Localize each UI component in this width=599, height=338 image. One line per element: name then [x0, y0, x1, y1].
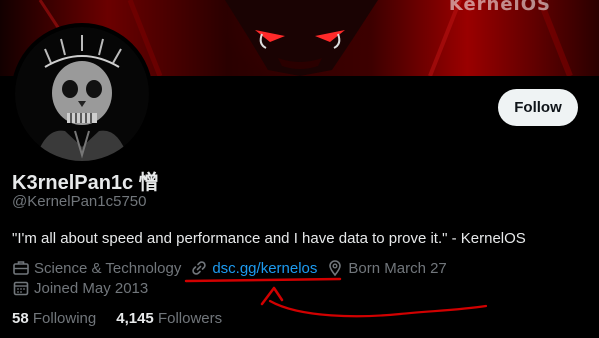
avatar[interactable]	[11, 23, 153, 165]
followers-stat[interactable]: 4,145 Followers	[116, 310, 222, 327]
briefcase-icon	[13, 261, 29, 275]
meta-born: Born March 27	[326, 259, 447, 277]
profile-website-link[interactable]: dsc.gg/kernelos	[212, 260, 317, 277]
followers-label: Followers	[157, 310, 223, 327]
banner-watermark: KernelOS	[448, 0, 551, 15]
follow-button[interactable]: Follow	[498, 89, 578, 126]
link-icon	[192, 261, 207, 275]
location-pin-icon	[329, 260, 342, 277]
avatar-skull-image	[15, 27, 149, 161]
followers-count: 4,145	[116, 310, 154, 327]
profile-meta-row-2: Joined May 2013	[12, 279, 157, 297]
display-name: K3rnelPan1c 憎	[12, 172, 159, 194]
follow-stats: 58 Following 4,145 Followers	[12, 310, 242, 327]
following-count: 58	[12, 310, 29, 327]
following-label: Following	[32, 310, 97, 327]
meta-link[interactable]: dsc.gg/kernelos	[190, 259, 317, 277]
profile-meta-row: Science & Technology dsc.gg/kernelos Bor…	[12, 259, 456, 277]
profile-bio: "I'm all about speed and performance and…	[12, 230, 526, 247]
meta-category-label: Science & Technology	[34, 259, 182, 277]
meta-born-label: Born March 27	[348, 259, 447, 277]
meta-joined-label: Joined May 2013	[34, 279, 149, 297]
profile-page: KernelOS Follow K3rnelPan1c 憎 @KernelPan…	[0, 0, 599, 338]
following-stat[interactable]: 58 Following	[12, 310, 96, 327]
meta-joined: Joined May 2013	[12, 279, 148, 297]
calendar-icon	[13, 281, 29, 296]
user-handle: @KernelPan1c5750	[12, 193, 147, 210]
meta-category: Science & Technology	[12, 259, 181, 277]
